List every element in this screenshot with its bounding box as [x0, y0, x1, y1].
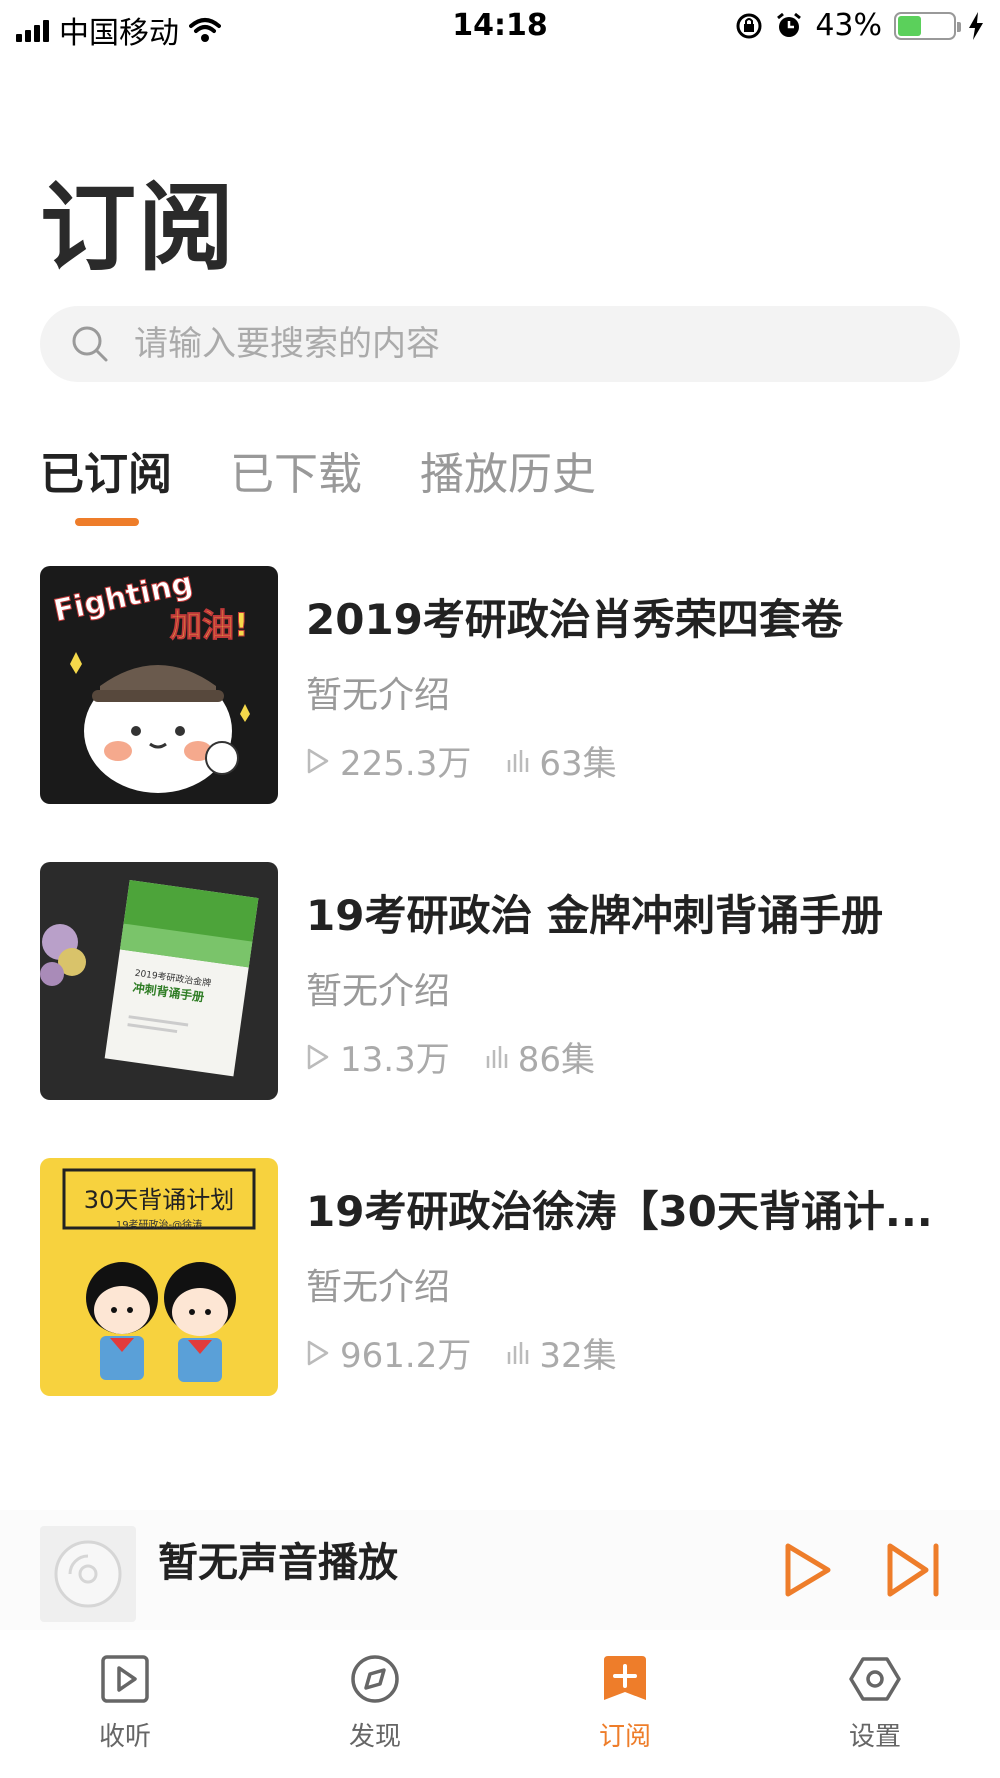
subscription-list: Fighting 加油! 2019考研政治肖秀荣四套卷 暂无介绍 225.3万 — [40, 566, 960, 1454]
tab-history[interactable]: 播放历史 — [420, 440, 596, 510]
episode-count: 63集 — [539, 744, 617, 784]
list-item[interactable]: Fighting 加油! 2019考研政治肖秀荣四套卷 暂无介绍 225.3万 — [40, 566, 960, 862]
play-count: 225.3万 — [340, 744, 472, 784]
charging-icon — [969, 11, 983, 40]
episodes-icon — [508, 749, 529, 772]
item-description: 暂无介绍 — [306, 1267, 451, 1308]
play-count: 13.3万 — [340, 1040, 450, 1080]
page-title: 订阅 — [40, 172, 236, 284]
player-cover — [40, 1526, 136, 1622]
tab-subscribed[interactable]: 已订阅 — [40, 440, 172, 510]
cover-text: 加油! — [170, 606, 249, 644]
status-right: 43% — [735, 8, 984, 43]
list-item[interactable]: 30天背诵计划 19考研政治-@徐涛 19考研政治徐涛【30天背诵计... 暂无… — [40, 1158, 960, 1454]
cover-image: 2019考研政治金牌 冲刺背诵手册 — [40, 862, 278, 1100]
play-count-icon — [307, 1044, 329, 1069]
episode-count: 86集 — [517, 1040, 595, 1080]
tabbar-item-subscribe[interactable]: 订阅 — [500, 1640, 750, 1778]
tabbar-item-settings[interactable]: 设置 — [750, 1640, 1000, 1778]
compass-icon — [351, 1655, 399, 1703]
cover-text: 30天背诵计划 — [84, 1186, 235, 1214]
item-title: 2019考研政治肖秀荣四套卷 — [306, 595, 843, 644]
status-bar: 中国移动 14:18 43% — [0, 0, 1000, 56]
episodes-icon — [486, 1045, 507, 1068]
item-description: 暂无介绍 — [306, 971, 451, 1012]
alarm-icon — [777, 12, 802, 37]
cover-image: Fighting 加油! — [40, 566, 278, 804]
play-button[interactable] — [776, 1540, 836, 1600]
play-count: 961.2万 — [340, 1336, 472, 1376]
settings-icon — [849, 1657, 901, 1701]
cover-text: 19考研政治-@徐涛 — [116, 1218, 202, 1231]
episode-count: 32集 — [539, 1336, 617, 1376]
search-bar[interactable] — [40, 306, 960, 382]
item-meta: 13.3万 86集 — [306, 1032, 595, 1081]
item-title: 19考研政治 金牌冲刺背诵手册 — [306, 891, 884, 940]
player-status: 暂无声音播放 — [158, 1540, 398, 1586]
tabbar-label: 发现 — [348, 1722, 401, 1752]
listen-icon — [101, 1655, 149, 1703]
search-input[interactable] — [134, 324, 914, 364]
item-meta: 225.3万 63集 — [306, 736, 617, 785]
list-item[interactable]: 2019考研政治金牌 冲刺背诵手册 19考研政治 金牌冲刺背诵手册 暂无介绍 1… — [40, 862, 960, 1158]
tabbar-item-discover[interactable]: 发现 — [250, 1640, 500, 1778]
search-icon — [72, 326, 108, 362]
tab-downloaded[interactable]: 已下载 — [230, 440, 362, 510]
subscribe-icon — [604, 1656, 646, 1700]
tabbar-item-listen[interactable]: 收听 — [0, 1640, 250, 1778]
episodes-icon — [508, 1341, 529, 1364]
item-meta: 961.2万 32集 — [306, 1328, 617, 1377]
tab-active-indicator — [75, 518, 139, 526]
disc-icon — [54, 1540, 122, 1608]
tabbar-label: 设置 — [848, 1722, 901, 1752]
tab-bar-top: 已订阅 已下载 播放历史 — [40, 440, 596, 510]
next-button[interactable] — [884, 1540, 944, 1600]
item-description: 暂无介绍 — [306, 675, 451, 716]
item-title: 19考研政治徐涛【30天背诵计... — [306, 1187, 933, 1236]
tabbar-label: 订阅 — [598, 1722, 651, 1752]
battery-icon — [894, 11, 961, 40]
mini-player[interactable]: 暂无声音播放 — [0, 1510, 1000, 1630]
rotation-lock-icon — [736, 13, 762, 38]
tabbar-label: 收听 — [98, 1722, 151, 1752]
battery-percent: 43% — [815, 8, 882, 43]
bottom-tab-bar: 收听 发现 订阅 设置 — [0, 1640, 1000, 1778]
play-count-icon — [307, 1340, 329, 1365]
cover-image: 30天背诵计划 19考研政治-@徐涛 — [40, 1158, 278, 1396]
play-count-icon — [307, 748, 329, 773]
